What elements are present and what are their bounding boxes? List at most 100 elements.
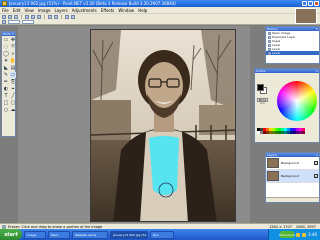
- layer-thumbnail: [267, 171, 279, 181]
- toolbar-divider: [44, 14, 45, 19]
- color-palette: [257, 128, 305, 134]
- minimize-button[interactable]: [302, 1, 307, 6]
- layer-row[interactable]: Background ✓: [266, 157, 319, 170]
- menu-effects[interactable]: Effects: [101, 8, 115, 13]
- taskbar: start Image Paint Website cards January1…: [0, 229, 320, 240]
- image-thumbnail[interactable]: [295, 8, 317, 24]
- menu-view[interactable]: View: [24, 8, 34, 13]
- copy-icon[interactable]: [31, 14, 35, 19]
- move-selection-icon[interactable]: ⤧: [10, 44, 16, 50]
- pencil-icon[interactable]: ✏: [3, 79, 9, 85]
- taskbar-item[interactable]: Image: [24, 230, 46, 239]
- taskbar-item[interactable]: Paint: [48, 230, 70, 239]
- canvas-image[interactable]: [90, 29, 236, 222]
- taskbar-item[interactable]: Doc: [150, 230, 174, 239]
- tool-option-icon[interactable]: [2, 19, 6, 24]
- menu-file[interactable]: File: [2, 8, 9, 13]
- brush-width-field[interactable]: [8, 19, 20, 24]
- primary-color-swatch[interactable]: [257, 84, 264, 91]
- rounded-rect-icon[interactable]: ▢: [10, 100, 16, 106]
- window-title: January13 062.jpg (51%) - Paint.NET v3.2…: [9, 1, 176, 6]
- level-icon: [268, 43, 271, 47]
- redo-icon[interactable]: [54, 14, 58, 19]
- toolbar-divider: [21, 14, 22, 19]
- ellipse-icon[interactable]: ○: [3, 107, 9, 113]
- history-panel-header: History ×: [266, 27, 319, 31]
- close-icon[interactable]: ×: [11, 32, 14, 36]
- zoom-icon[interactable]: ⌕: [10, 51, 16, 57]
- start-button[interactable]: start: [0, 229, 22, 240]
- new-file-icon[interactable]: [2, 14, 6, 19]
- line-icon[interactable]: ╱: [10, 93, 16, 99]
- lasso-icon[interactable]: ◌: [3, 44, 9, 50]
- layers-panel: Layers × Background ✓ Background ✓: [265, 152, 320, 203]
- layers-panel-title: Layers: [267, 153, 277, 157]
- zoom-icon[interactable]: [71, 14, 75, 19]
- more-colors-button[interactable]: More >>: [257, 98, 268, 105]
- color-wheel[interactable]: [277, 81, 317, 121]
- tray-label[interactable]: Monument: [279, 231, 295, 238]
- clock[interactable]: 3:46: [308, 232, 317, 237]
- history-item-label: Level: [272, 51, 280, 55]
- layer-thumbnail: [267, 158, 279, 168]
- tool-grid: ▭ ✥ ◌ ⤧ ◯ ⌕ ✦ ✋ ◣ ▤ ✎ ▱ ✏ ⎘ ◐ ⌖ T ╱ □ ▢ …: [2, 36, 16, 114]
- eraser-icon: [2, 224, 6, 229]
- eraser-icon[interactable]: ▱: [10, 72, 16, 78]
- rectangle-select-icon[interactable]: ▭: [3, 37, 9, 43]
- photo-illustration: [91, 30, 235, 221]
- clone-stamp-icon[interactable]: ⎘: [10, 79, 16, 85]
- menu-adjustments[interactable]: Adjustments: [72, 8, 97, 13]
- window-controls: [302, 1, 319, 6]
- layer-row-selected[interactable]: Background ✓: [266, 170, 319, 183]
- grid-icon[interactable]: [65, 14, 69, 19]
- menu-image[interactable]: Image: [38, 8, 51, 13]
- layer-name: Background: [281, 174, 299, 178]
- toolbar-divider: [61, 14, 62, 19]
- paintbrush-icon[interactable]: ✎: [3, 72, 9, 78]
- taskbar-item-active[interactable]: January13 062.jpg (51...: [110, 230, 148, 239]
- magic-wand-icon[interactable]: ✦: [3, 58, 9, 64]
- close-button[interactable]: [314, 1, 319, 6]
- layers-panel-header: Layers ×: [266, 153, 319, 157]
- undo-icon[interactable]: [48, 14, 52, 19]
- color-picker-icon[interactable]: ⌖: [10, 86, 16, 92]
- maximize-button[interactable]: [308, 1, 313, 6]
- gradient-icon[interactable]: ▤: [10, 65, 16, 71]
- antialias-dropdown[interactable]: [22, 19, 34, 24]
- tray-network-icon[interactable]: [296, 232, 301, 237]
- status-right: 1280 × 1707 2080, 2997: [269, 225, 316, 229]
- history-panel: History × Open Image Duplicate Layer Sep…: [265, 26, 320, 64]
- paste-icon[interactable]: [37, 14, 41, 19]
- menu-help[interactable]: Help: [138, 8, 147, 13]
- rectangle-icon[interactable]: □: [3, 100, 9, 106]
- close-icon[interactable]: ×: [315, 27, 318, 31]
- ellipse-select-icon[interactable]: ◯: [3, 51, 9, 57]
- recolor-icon[interactable]: ◐: [3, 86, 9, 92]
- palette-swatch[interactable]: [302, 131, 305, 134]
- level-icon: [268, 51, 271, 55]
- paint-bucket-icon[interactable]: ◣: [3, 65, 9, 71]
- tools-panel-title: Tools: [3, 32, 11, 36]
- history-panel-title: History: [267, 27, 278, 31]
- save-icon[interactable]: [14, 14, 18, 19]
- move-icon[interactable]: ✥: [10, 37, 16, 43]
- cut-icon[interactable]: [25, 14, 29, 19]
- open-image-icon: [268, 31, 271, 35]
- history-item-selected[interactable]: Level: [266, 51, 319, 55]
- cursor-position: 2080, 2997: [295, 224, 316, 229]
- status-text: Eraser: Click and drag to erase a portio…: [8, 224, 103, 229]
- layer-visibility-checkbox[interactable]: ✓: [314, 161, 318, 165]
- open-file-icon[interactable]: [8, 14, 12, 19]
- menu-layers[interactable]: Layers: [54, 8, 67, 13]
- layers-toolbar: [266, 197, 319, 202]
- taskbar-item[interactable]: Website cards: [72, 230, 108, 239]
- freeform-shape-icon[interactable]: ☁: [10, 107, 16, 113]
- pan-icon[interactable]: ✋: [10, 58, 16, 64]
- menu-window[interactable]: Window: [118, 8, 134, 13]
- close-icon[interactable]: ×: [315, 153, 318, 157]
- tray-volume-icon[interactable]: [302, 232, 307, 237]
- duplicate-layer-icon: [268, 35, 271, 39]
- menu-edit[interactable]: Edit: [13, 8, 21, 13]
- layer-visibility-checkbox[interactable]: ✓: [314, 174, 318, 178]
- text-icon[interactable]: T: [3, 93, 9, 99]
